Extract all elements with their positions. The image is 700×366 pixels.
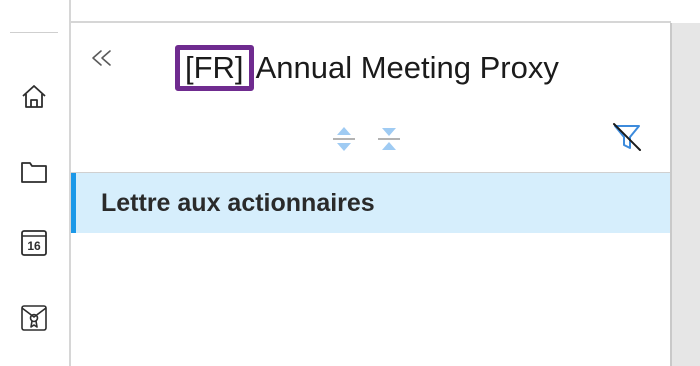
- right-gutter: [670, 23, 700, 366]
- top-bar: [71, 0, 671, 23]
- list-item[interactable]: Lettre aux actionnaires: [71, 173, 670, 233]
- rail-divider: [10, 32, 58, 33]
- calendar-icon[interactable]: 16: [19, 228, 49, 258]
- filter-off-icon[interactable]: [611, 122, 643, 152]
- list-item-label: Lettre aux actionnaires: [101, 188, 375, 217]
- language-badge: [FR]: [175, 44, 254, 92]
- home-icon[interactable]: [19, 81, 49, 111]
- title-text: Annual Meeting Proxy: [255, 50, 559, 85]
- double-chevron-left-icon[interactable]: [87, 43, 117, 73]
- expand-all-icon[interactable]: [331, 124, 357, 154]
- top-right-area: [671, 0, 700, 23]
- certificate-icon[interactable]: [19, 303, 49, 333]
- collapse-all-icon[interactable]: [376, 124, 402, 154]
- page-title: [FR] Annual Meeting Proxy: [175, 43, 559, 93]
- calendar-day-number: 16: [27, 239, 41, 253]
- document-tree-panel: [FR] Annual Meeting Proxy Lettre aux act…: [71, 23, 671, 366]
- left-nav-rail: 16: [0, 0, 71, 366]
- folder-icon[interactable]: [19, 156, 49, 186]
